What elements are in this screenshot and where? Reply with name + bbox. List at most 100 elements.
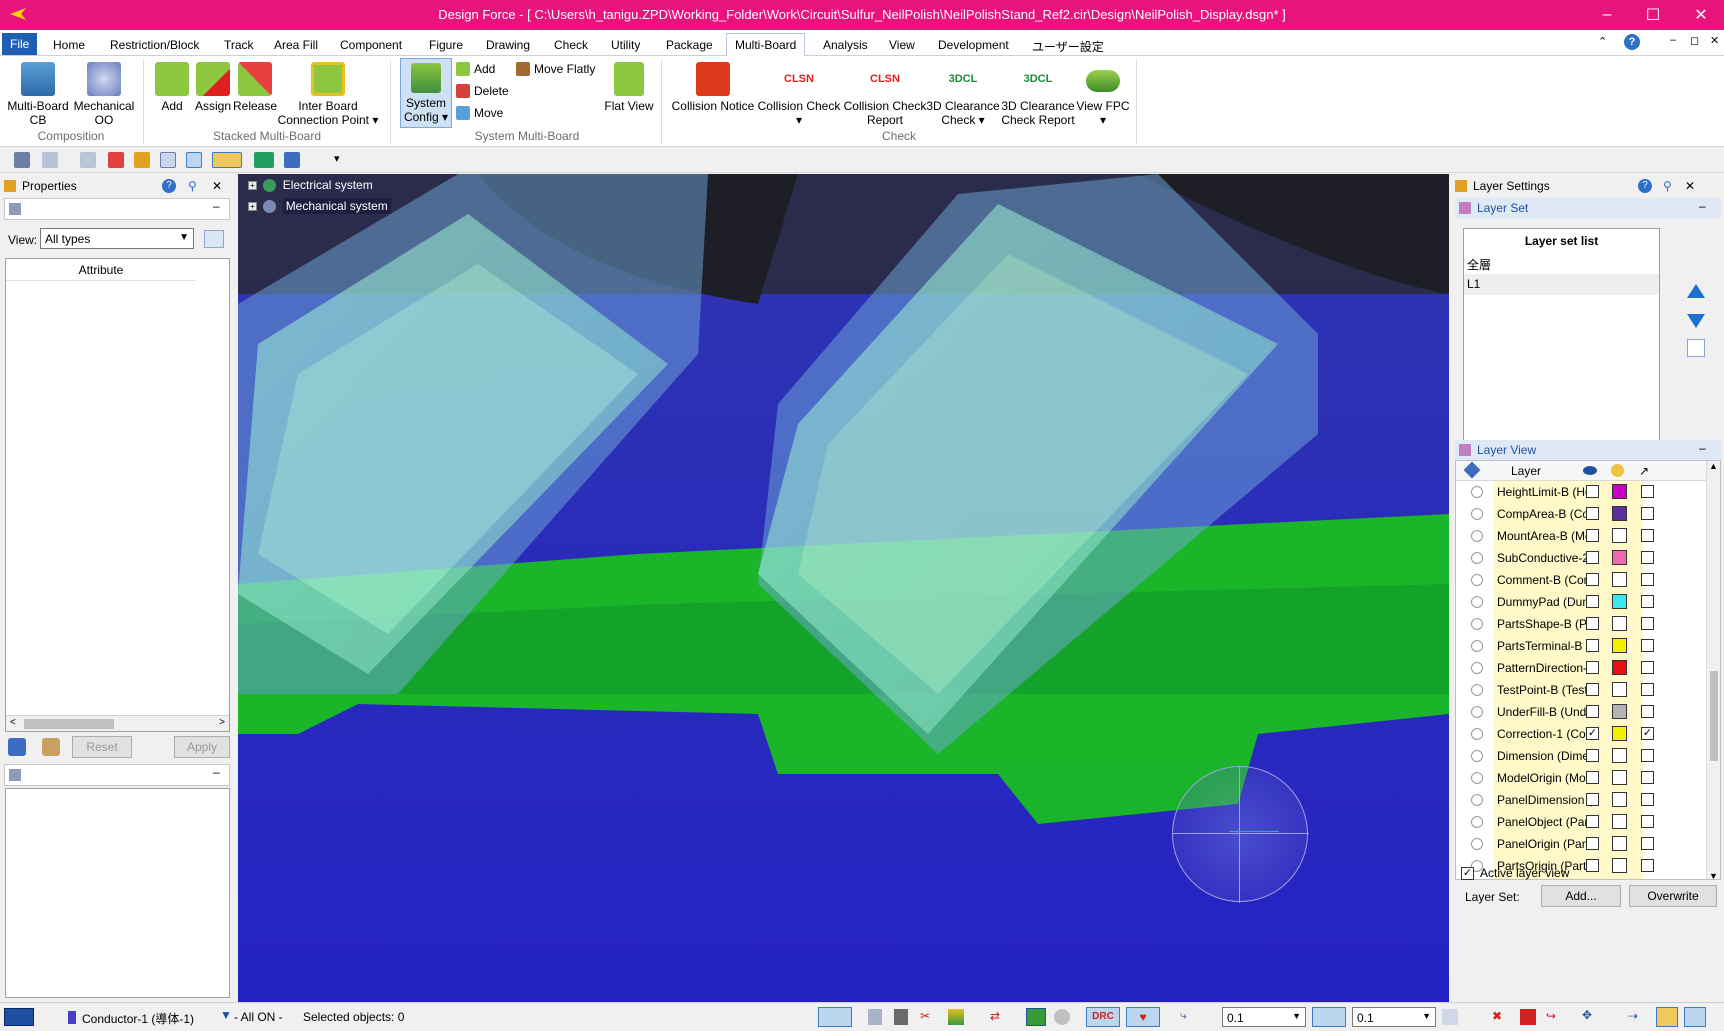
3d-clearance-check-report-button[interactable]: 3DCL 3D Clearance Check Report <box>1000 62 1076 127</box>
scroll-down-icon[interactable]: ▼ <box>1709 871 1718 879</box>
layer-color-swatch[interactable] <box>1612 572 1627 587</box>
layer-row[interactable]: PanelOrigin (Pane <box>1456 833 1720 855</box>
multi-board-cb-button[interactable]: Multi-Board CB <box>6 62 70 127</box>
menu-drawing[interactable]: Drawing <box>478 34 538 54</box>
collapse-icon[interactable]: – <box>213 765 220 779</box>
layer-active-radio[interactable] <box>1471 838 1483 850</box>
layer-active-radio[interactable] <box>1471 750 1483 762</box>
grid-icon[interactable] <box>134 152 150 168</box>
layer-set-item[interactable]: L1 <box>1464 274 1659 295</box>
filter-icon[interactable]: ▼ <box>220 1008 232 1022</box>
layer-color-swatch[interactable] <box>1612 594 1627 609</box>
scroll-up-icon[interactable]: ▲ <box>1709 461 1718 471</box>
board-status-icon[interactable] <box>1026 1008 1046 1026</box>
layer-color-swatch[interactable] <box>1612 506 1627 521</box>
chip-icon[interactable] <box>894 1009 908 1025</box>
layer-active-radio[interactable] <box>1471 794 1483 806</box>
layer-color-swatch[interactable] <box>1612 550 1627 565</box>
layer-active-radio[interactable] <box>1471 684 1483 696</box>
move-up-icon[interactable] <box>1687 284 1705 298</box>
layer-active-radio[interactable] <box>1471 574 1483 586</box>
layer-selectable-checkbox[interactable] <box>1641 573 1654 586</box>
menu-figure[interactable]: Figure <box>421 34 471 54</box>
cylinder-icon[interactable] <box>1054 1009 1070 1025</box>
layer-visible-checkbox[interactable] <box>1586 507 1599 520</box>
component-icon[interactable] <box>1520 1009 1536 1025</box>
collision-check-button[interactable]: CLSN Collision Check ▾ <box>756 62 842 127</box>
tree-item-electrical[interactable]: + Electrical system <box>238 178 391 199</box>
inter-board-connection-point-button[interactable]: Inter Board Connection Point ▾ <box>276 62 380 127</box>
layer-color-swatch[interactable] <box>1612 616 1627 631</box>
layer-selectable-checkbox[interactable] <box>1641 815 1654 828</box>
current-layer[interactable]: Conductor-1 (導体-1) <box>82 1010 194 1027</box>
chevron-up-icon[interactable]: ⌃ <box>1598 35 1607 48</box>
apply-button[interactable]: Apply <box>174 736 230 758</box>
layer-active-radio[interactable] <box>1471 486 1483 498</box>
layer-row[interactable]: Comment-B (Con <box>1456 569 1720 591</box>
move-down-icon[interactable] <box>1687 314 1705 328</box>
layer-selectable-checkbox[interactable] <box>1641 617 1654 630</box>
layer-row[interactable]: PatternDirection-I <box>1456 657 1720 679</box>
layer-row[interactable]: PartsTerminal-B (F <box>1456 635 1720 657</box>
attribute-grid[interactable]: Attribute < > <box>5 258 230 732</box>
properties-clip-icon[interactable] <box>42 738 60 756</box>
layer-color-swatch[interactable] <box>1612 528 1627 543</box>
3d-viewport[interactable]: + Electrical system + Mechanical system <box>238 174 1449 1002</box>
grid-x-select[interactable]: 0.1 ▼ <box>1222 1007 1306 1027</box>
snap-icon[interactable] <box>284 152 300 168</box>
flat-view-button[interactable]: Flat View <box>602 62 656 113</box>
pin-icon[interactable]: ⚲ <box>1663 179 1672 193</box>
layer-row[interactable]: PartsShape-B (Par <box>1456 613 1720 635</box>
layer-selectable-checkbox[interactable] <box>1641 661 1654 674</box>
route-icon[interactable]: ⇄ <box>990 1009 1000 1023</box>
layer-set-item[interactable]: 全層 <box>1464 253 1659 274</box>
layer-color-swatch[interactable] <box>1612 858 1627 873</box>
layer-row[interactable]: PanelDimension ( <box>1456 789 1720 811</box>
close-button[interactable]: ✕ <box>1678 0 1724 30</box>
layer-visible-checkbox[interactable] <box>1586 661 1599 674</box>
layer-visible-checkbox[interactable]: ✓ <box>1586 727 1599 740</box>
wire-icon[interactable]: ↪ <box>1546 1009 1556 1023</box>
move-cross-icon[interactable]: ✥ <box>1582 1008 1592 1022</box>
layer-row[interactable]: PanelObject (Pane <box>1456 811 1720 833</box>
panel-close-icon[interactable]: ✕ <box>212 179 222 193</box>
menu-multi-board[interactable]: Multi-Board <box>726 33 806 57</box>
menu-check[interactable]: Check <box>546 34 596 54</box>
layer-active-radio[interactable] <box>1471 596 1483 608</box>
layer-row[interactable]: Correction-1 (Cor ✓ ✓ <box>1456 723 1720 745</box>
layer-active-radio[interactable] <box>1471 706 1483 718</box>
layer-visible-checkbox[interactable] <box>1586 793 1599 806</box>
layer-row[interactable]: HeightLimit-B (He <box>1456 481 1720 503</box>
collapse-icon[interactable]: – <box>1699 199 1706 213</box>
layer-visible-checkbox[interactable] <box>1586 837 1599 850</box>
assign-button[interactable]: Assign <box>192 62 234 113</box>
menu-package[interactable]: Package <box>658 34 721 54</box>
layer-visible-checkbox[interactable] <box>1586 771 1599 784</box>
minimize-button[interactable]: – <box>1584 0 1630 30</box>
highlight-icon[interactable] <box>212 152 242 168</box>
layer-visible-checkbox[interactable] <box>1586 551 1599 564</box>
menu-home[interactable]: Home <box>45 34 93 54</box>
layer-selectable-checkbox[interactable] <box>1641 771 1654 784</box>
scroll-thumb[interactable] <box>1710 671 1718 761</box>
drc-icon[interactable]: DRC <box>1086 1007 1120 1027</box>
layer-selectable-checkbox[interactable] <box>1641 793 1654 806</box>
layer-color-swatch[interactable] <box>1612 770 1627 785</box>
layer-selectable-checkbox[interactable]: ✓ <box>1641 727 1654 740</box>
expand-icon[interactable]: + <box>248 181 257 191</box>
layer-active-radio[interactable] <box>1471 772 1483 784</box>
layer-selectable-checkbox[interactable] <box>1641 705 1654 718</box>
refresh-icon[interactable] <box>8 738 26 756</box>
system-add-button[interactable]: Add <box>456 62 495 76</box>
layer-selectable-checkbox[interactable] <box>1641 749 1654 762</box>
save-icon[interactable] <box>14 152 30 168</box>
fpc-view-icon[interactable]: ⇢ <box>1628 1009 1638 1023</box>
stacked-add-button[interactable]: Add <box>152 62 192 113</box>
menu-user-settings[interactable]: ユーザー設定 <box>1024 34 1112 54</box>
layer-color-swatch[interactable] <box>1612 638 1627 653</box>
layer-active-radio[interactable] <box>1471 552 1483 564</box>
layer-color-swatch[interactable] <box>1612 792 1627 807</box>
layer-active-radio[interactable] <box>1471 508 1483 520</box>
eraser-icon[interactable]: ✖ <box>1492 1009 1502 1023</box>
clipboard-icon[interactable] <box>868 1009 882 1025</box>
